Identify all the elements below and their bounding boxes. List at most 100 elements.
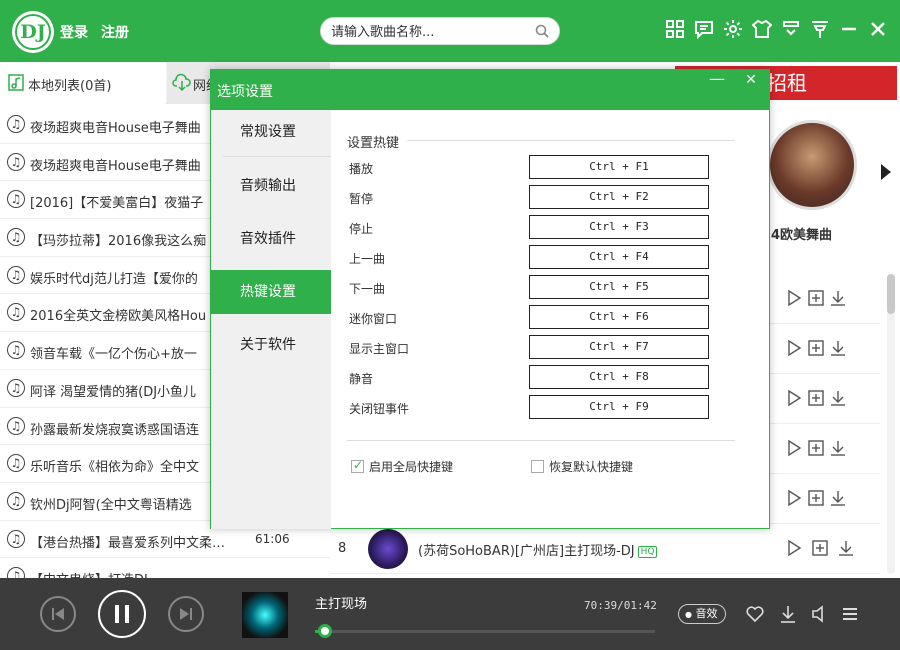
hotkey-input[interactable]: Ctrl + F4 [529, 245, 709, 269]
message-icon[interactable] [694, 19, 716, 41]
register-link[interactable]: 注册 [101, 22, 129, 42]
play-icon[interactable] [785, 439, 803, 457]
restore-default-hotkeys-checkbox[interactable]: 恢复默认快捷键 [531, 458, 633, 475]
download-icon[interactable] [829, 339, 847, 357]
skin-icon[interactable] [751, 19, 774, 41]
progress-knob[interactable] [318, 624, 333, 638]
minimize-icon[interactable] [839, 19, 861, 41]
restore-default-label: 恢复默认快捷键 [549, 460, 634, 474]
login-link[interactable]: 登录 [60, 22, 88, 42]
pause-button[interactable] [98, 590, 146, 638]
play-time: 70:39/01:42 [584, 599, 657, 612]
play-icon[interactable] [785, 389, 803, 407]
tab-local-list[interactable]: 本地列表(0首) [0, 62, 166, 104]
next-icon [180, 608, 192, 620]
hotkey-input[interactable]: Ctrl + F9 [529, 395, 709, 419]
volume-icon[interactable] [810, 604, 830, 628]
dialog-minimize-button[interactable]: — [703, 70, 731, 92]
pin-icon[interactable] [810, 19, 832, 41]
track-title-text: (苏荷SoHoBAR)[广州店]主打现场-DJ [418, 544, 635, 559]
hotkey-settings-panel: 设置热键 播放 Ctrl + F1 暂停 Ctrl + F2 停止 Ctrl + F3 上一… [331, 110, 769, 529]
song-title: 夜场超爽电音House电子舞曲 [30, 121, 201, 136]
track-title: (苏荷SoHoBAR)[广州店]主打现场-DJ HQ [418, 540, 658, 559]
download-icon[interactable] [829, 389, 847, 407]
cloud-download-icon [172, 73, 192, 95]
checkbox-checked[interactable] [351, 458, 364, 473]
category-cover-image[interactable] [767, 120, 857, 210]
play-icon[interactable] [785, 289, 803, 307]
hotkey-label: 下一曲 [349, 282, 386, 296]
hotkey-input[interactable]: Ctrl + F3 [529, 215, 709, 239]
category-label[interactable]: 4欧美舞曲 [771, 224, 832, 243]
gear-icon[interactable] [723, 19, 745, 41]
grid-icon[interactable] [665, 19, 687, 41]
track-row[interactable]: 8 (苏荷SoHoBAR)[广州店]主打现场-DJ HQ [330, 524, 880, 574]
bottom-divider [347, 440, 735, 441]
track-actions [785, 289, 851, 311]
play-icon[interactable] [785, 339, 803, 357]
nav-item[interactable]: 音效插件 [211, 217, 331, 261]
nav-item[interactable]: 音频输出 [211, 164, 331, 208]
progress-bar[interactable] [315, 624, 655, 638]
playlist-menu-icon[interactable] [840, 604, 860, 628]
track-number: 8 [338, 541, 347, 556]
hotkey-row: 上一曲 Ctrl + F4 [331, 242, 769, 272]
search-box [320, 17, 560, 45]
download-icon[interactable] [778, 604, 798, 628]
nav-item[interactable]: 热键设置 [211, 270, 331, 314]
previous-button[interactable] [40, 596, 76, 632]
play-icon[interactable] [785, 539, 803, 557]
hotkey-row: 迷你窗口 Ctrl + F6 [331, 302, 769, 332]
close-icon[interactable] [868, 19, 890, 41]
song-title: 2016全英文金榜欧美风格Hou [30, 309, 207, 325]
song-title: 领音车载《一亿个伤心+放一 [30, 347, 197, 363]
add-icon[interactable] [811, 539, 829, 557]
hotkey-input[interactable]: Ctrl + F8 [529, 365, 709, 389]
add-icon[interactable] [807, 339, 825, 357]
nav-item[interactable]: 常规设置 [211, 110, 331, 154]
hotkey-input[interactable]: Ctrl + F7 [529, 335, 709, 359]
search-input[interactable] [331, 22, 531, 42]
hotkey-input[interactable]: Ctrl + F6 [529, 305, 709, 329]
add-icon[interactable] [807, 439, 825, 457]
nav-item[interactable]: 关于软件 [211, 323, 331, 367]
hotkey-input[interactable]: Ctrl + F1 [529, 155, 709, 179]
dialog-close-button[interactable]: ✕ [737, 70, 765, 92]
hotkey-label: 停止 [349, 222, 374, 236]
enable-global-hotkeys-checkbox[interactable]: 启用全局快捷键 [351, 458, 453, 475]
song-title: 钦州Dj阿智(全中文粤语精选 [30, 497, 192, 513]
track-actions [785, 439, 851, 461]
scrollbar-thumb[interactable] [887, 274, 895, 314]
next-button[interactable] [168, 596, 204, 632]
heart-icon[interactable] [745, 604, 765, 628]
add-icon[interactable] [807, 289, 825, 307]
options-dialog: 选项设置 — ✕ 常规设置 音频输出 音效插件 热键设置 关于软件 设置热键 播放 Ctr… [210, 69, 770, 529]
download-icon[interactable] [837, 539, 855, 557]
hotkey-row: 显示主窗口 Ctrl + F7 [331, 332, 769, 362]
nav-divider [223, 156, 331, 157]
chevron-right-icon[interactable] [878, 162, 894, 186]
hq-badge: HQ [637, 545, 658, 558]
add-icon[interactable] [807, 489, 825, 507]
checkbox-unchecked[interactable] [531, 460, 544, 473]
music-note-icon: ♫ [7, 454, 25, 473]
sound-effect-button[interactable]: ● 音效 [678, 604, 727, 624]
top-bar: DJ 登录 注册 [0, 0, 900, 62]
scrollbar-track[interactable] [887, 274, 895, 574]
hotkey-label: 显示主窗口 [349, 342, 410, 356]
hotkey-input[interactable]: Ctrl + F2 [529, 185, 709, 209]
search-icon[interactable] [535, 24, 549, 42]
dialog-title-bar[interactable]: 选项设置 — ✕ [211, 70, 769, 110]
app-logo[interactable]: DJ [12, 11, 54, 53]
download-icon[interactable] [829, 489, 847, 507]
song-title: [2016]【不爱美富白】夜猫子 [30, 196, 204, 212]
hotkey-label: 播放 [349, 162, 374, 176]
hotkey-input[interactable]: Ctrl + F5 [529, 275, 709, 299]
mini-mode-icon[interactable] [781, 19, 803, 41]
now-playing-cover[interactable] [242, 592, 288, 638]
download-icon[interactable] [829, 289, 847, 307]
download-icon[interactable] [829, 439, 847, 457]
play-icon[interactable] [785, 489, 803, 507]
pause-icon [115, 605, 129, 623]
add-icon[interactable] [807, 389, 825, 407]
